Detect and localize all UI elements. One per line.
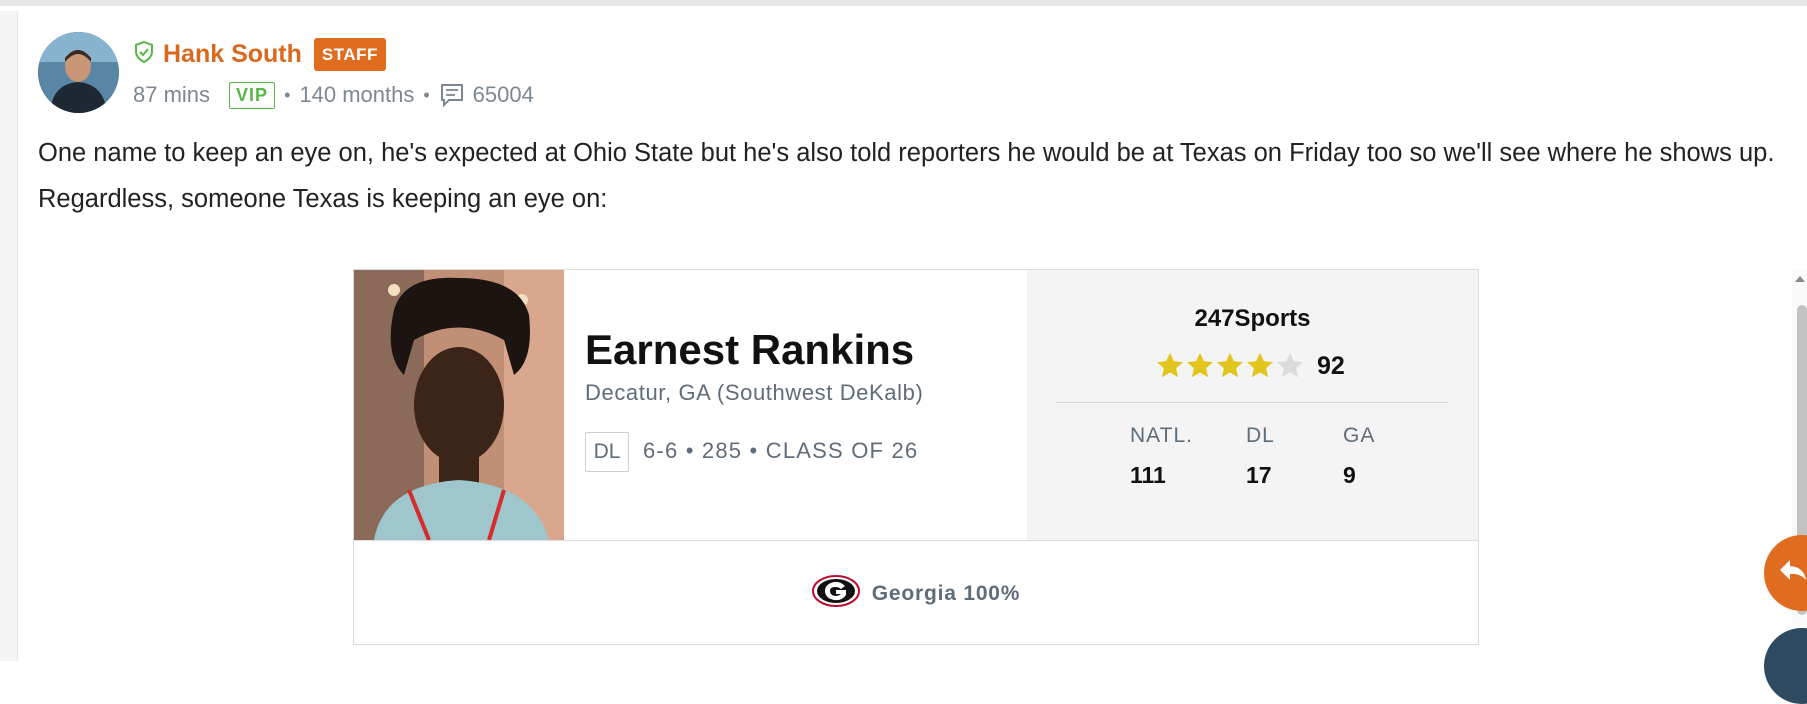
star-filled-icon	[1157, 352, 1183, 378]
rank-value: 111	[1130, 462, 1166, 488]
rating-panel: 247Sports 92 NATL. 111 DL 17 GA 9	[1027, 270, 1478, 540]
georgia-logo-icon	[811, 575, 860, 612]
post-count: 65004	[472, 82, 534, 107]
star-filled-icon	[1247, 352, 1273, 378]
prediction-footer: Georgia 100%	[354, 540, 1478, 645]
player-photo	[354, 270, 564, 540]
separator-dot: •	[284, 84, 291, 105]
author-row: Hank South STAFF	[133, 36, 386, 72]
rank-label: NATL.	[1130, 424, 1193, 447]
membership-duration: 140 months	[299, 82, 415, 107]
star-filled-icon	[1187, 352, 1213, 378]
comment-icon	[439, 82, 465, 108]
scroll-up-button[interactable]	[1764, 628, 1807, 704]
position-badge: DL	[585, 432, 629, 472]
player-card[interactable]: Earnest Rankins Decatur, GA (Southwest D…	[353, 269, 1479, 645]
rating-service: 247Sports	[1194, 305, 1311, 332]
rank-label: GA	[1343, 424, 1376, 447]
rank-position: DL 17	[1246, 424, 1275, 489]
reply-icon	[1778, 558, 1807, 589]
rank-state: GA 9	[1343, 424, 1375, 489]
post-time: 87 mins	[133, 82, 211, 107]
rank-value: 17	[1246, 462, 1272, 488]
author-avatar[interactable]	[38, 32, 119, 113]
post-body: One name to keep an eye on, he's expecte…	[38, 139, 1775, 213]
star-filled-icon	[1217, 352, 1243, 378]
author-name[interactable]: Hank South	[163, 40, 302, 69]
reply-button[interactable]	[1764, 535, 1807, 611]
left-gutter	[0, 11, 18, 661]
scroll-up-arrow[interactable]	[1795, 276, 1805, 282]
player-measurables: 6-6 • 285 • CLASS OF 26	[643, 438, 919, 463]
rank-label: DL	[1246, 424, 1275, 447]
rank-national: NATL. 111	[1130, 424, 1193, 489]
staff-badge: STAFF	[313, 37, 386, 71]
star-rating: 92	[1155, 351, 1345, 381]
rank-value: 9	[1343, 462, 1356, 488]
verified-shield-icon	[133, 40, 155, 69]
post-meta: 87 mins VIP • 140 months • 65004	[133, 80, 534, 110]
player-hometown: Decatur, GA (Southwest DeKalb)	[585, 380, 924, 405]
prediction-text: Georgia 100%	[871, 581, 1021, 605]
page-top-bar	[0, 0, 1807, 11]
player-name[interactable]: Earnest Rankins	[585, 326, 914, 374]
star-empty-icon	[1277, 352, 1303, 378]
rating-divider	[1056, 402, 1448, 403]
rating-score: 92	[1317, 351, 1345, 380]
top-border	[0, 0, 1807, 6]
separator-dot: •	[423, 84, 430, 105]
vip-badge: VIP	[229, 81, 276, 109]
crystal-ball-prediction[interactable]: Georgia 100%	[354, 575, 1478, 612]
stars-holder	[1155, 351, 1305, 381]
